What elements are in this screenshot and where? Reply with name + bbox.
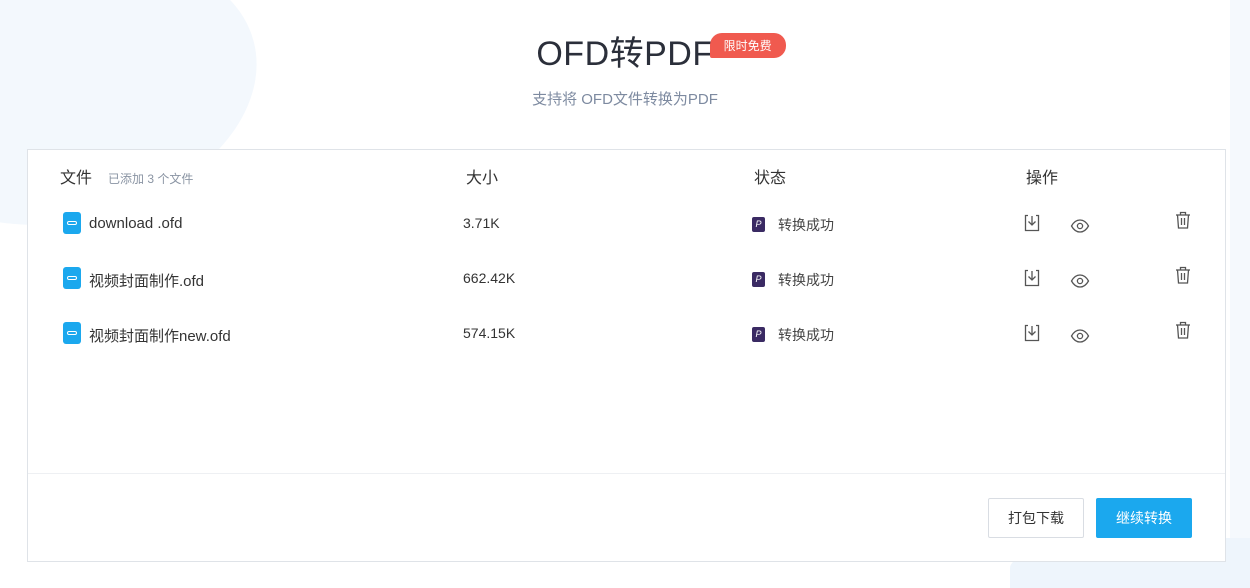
status-text: 转换成功 bbox=[778, 272, 834, 288]
column-header-file: 文件 已添加 3 个文件 bbox=[60, 164, 193, 188]
eye-icon[interactable] bbox=[1070, 271, 1090, 291]
table-row: 视频封面制作new.ofd 574.15K P 转换成功 bbox=[28, 320, 1225, 350]
download-icon[interactable] bbox=[1022, 323, 1042, 343]
pdf-status-icon: P bbox=[752, 272, 765, 287]
download-icon[interactable] bbox=[1022, 268, 1042, 288]
file-size: 574.15K bbox=[463, 325, 516, 341]
table-row: download .ofd 3.71K P 转换成功 bbox=[28, 210, 1225, 240]
download-icon[interactable] bbox=[1022, 213, 1042, 233]
trash-icon[interactable] bbox=[1173, 265, 1193, 285]
status-text: 转换成功 bbox=[778, 217, 834, 233]
file-name: download .ofd bbox=[89, 215, 183, 232]
trash-icon[interactable] bbox=[1173, 210, 1193, 230]
eye-icon[interactable] bbox=[1070, 216, 1090, 236]
eye-icon[interactable] bbox=[1070, 326, 1090, 346]
file-size: 662.42K bbox=[463, 270, 516, 286]
free-badge: 限时免费 bbox=[709, 33, 786, 58]
ofd-file-icon bbox=[63, 212, 81, 234]
trash-icon[interactable] bbox=[1173, 320, 1193, 340]
ofd-file-icon bbox=[63, 267, 81, 289]
footer-divider bbox=[28, 473, 1225, 474]
ofd-file-icon bbox=[63, 322, 81, 344]
title-wrap: OFD转PDF 限时免费 bbox=[536, 30, 786, 78]
file-list-panel: 文件 已添加 3 个文件 大小 状态 操作 download .ofd 3.71K… bbox=[27, 149, 1226, 562]
file-size: 3.71K bbox=[463, 215, 500, 231]
column-header-actions: 操作 bbox=[1026, 170, 1059, 187]
file-count: 已添加 3 个文件 bbox=[108, 172, 194, 186]
page-header: OFD转PDF 限时免费 支持将 OFD文件转换为PDF bbox=[0, 30, 1250, 109]
column-label-file: 文件 bbox=[60, 170, 93, 187]
continue-convert-button[interactable]: 继续转换 bbox=[1096, 498, 1192, 538]
column-header-status: 状态 bbox=[754, 170, 787, 187]
file-name: 视频封面制作.ofd bbox=[89, 273, 205, 290]
pack-download-button[interactable]: 打包下载 bbox=[988, 498, 1084, 538]
pdf-status-icon: P bbox=[752, 327, 765, 342]
file-name: 视频封面制作new.ofd bbox=[89, 328, 231, 345]
column-header-size: 大小 bbox=[466, 170, 499, 187]
page-subtitle: 支持将 OFD文件转换为PDF bbox=[532, 91, 718, 108]
table-row: 视频封面制作.ofd 662.42K P 转换成功 bbox=[28, 265, 1225, 295]
pdf-status-icon: P bbox=[752, 217, 765, 232]
status-text: 转换成功 bbox=[778, 327, 834, 343]
page-title: OFD转PDF bbox=[536, 35, 714, 73]
